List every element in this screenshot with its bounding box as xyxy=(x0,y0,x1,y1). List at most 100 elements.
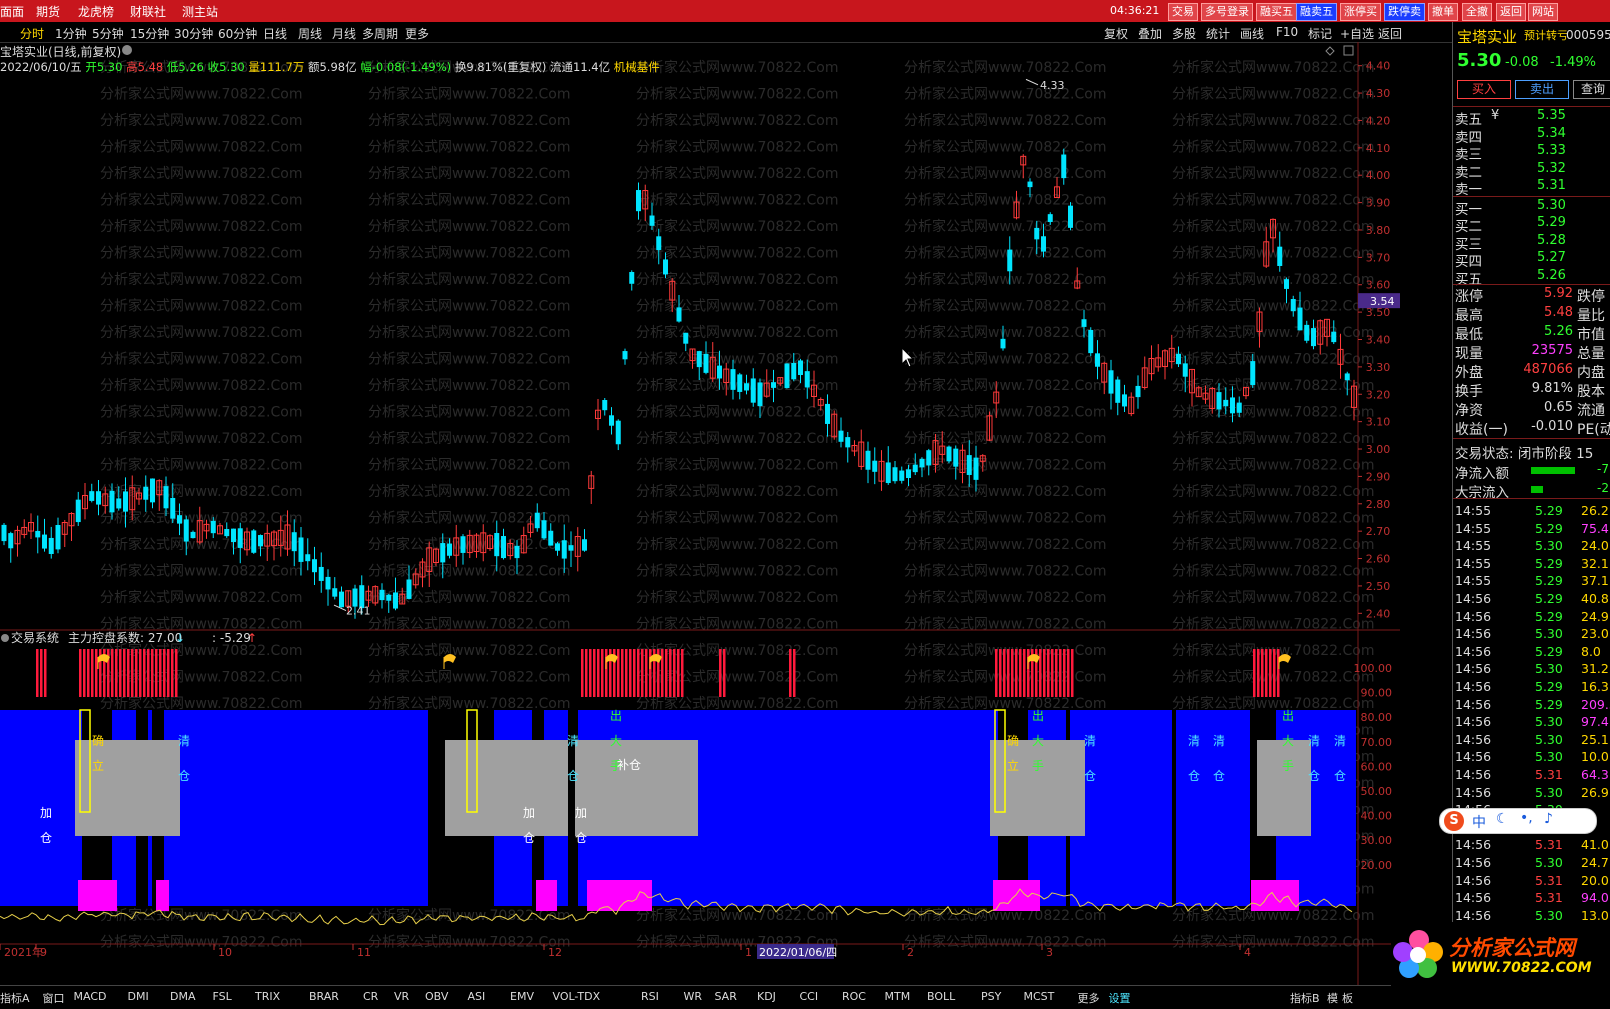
top-button-5[interactable]: 跌停卖 xyxy=(1384,3,1425,21)
watermark-text: 分析家公式网www.70822.Com xyxy=(368,324,570,341)
sell-button[interactable]: 卖出 xyxy=(1515,80,1569,99)
mic-icon[interactable]: ♪ xyxy=(1544,811,1553,827)
window-icon[interactable] xyxy=(1343,45,1354,56)
signal-stripe xyxy=(1071,649,1074,697)
indicator-tab-17[interactable]: KDJ xyxy=(757,990,776,1003)
top-button-2[interactable]: 融买五 xyxy=(1256,3,1297,21)
period-tab-5[interactable]: 60分钟 xyxy=(218,25,257,42)
indicator-tab-24[interactable]: 更多 xyxy=(1078,990,1100,1006)
panel-divider xyxy=(1453,498,1610,499)
tick-price: 5.31 xyxy=(1535,767,1563,782)
indicator-tab-6[interactable]: TRIX xyxy=(255,990,280,1003)
chart-tool-3[interactable]: 统计 xyxy=(1206,25,1230,42)
indicator-tab-20[interactable]: MTM xyxy=(885,990,911,1003)
indicator-settings-icon[interactable] xyxy=(1,634,9,642)
period-tab-3[interactable]: 15分钟 xyxy=(130,25,169,42)
indicator-param-arrow: ↓ xyxy=(175,631,185,645)
top-button-1[interactable]: 多号登录 xyxy=(1201,3,1253,21)
indicator-right-0[interactable]: 指标B xyxy=(1290,990,1320,1006)
indicator-tab-10[interactable]: OBV xyxy=(425,990,448,1003)
chart-tool-7[interactable]: +自选 xyxy=(1340,25,1374,42)
indicator-tab-21[interactable]: BOLL xyxy=(927,990,955,1003)
indicator-tab-4[interactable]: DMA xyxy=(170,990,196,1003)
period-tab-7[interactable]: 周线 xyxy=(298,25,322,42)
indicator-tab-19[interactable]: ROC xyxy=(842,990,866,1003)
float-cap: 流通11.4亿 xyxy=(550,60,611,74)
clock: 04:36:21 xyxy=(1110,4,1160,17)
indicator-right-1[interactable]: 模 xyxy=(1327,990,1338,1006)
tick-volume: 64.3 xyxy=(1581,767,1609,782)
signal-stripe xyxy=(617,649,620,697)
indicator-tab-0[interactable]: 指标A xyxy=(0,990,30,1006)
top-button-8[interactable]: 返回 xyxy=(1496,3,1526,21)
period-tab-2[interactable]: 5分钟 xyxy=(92,25,124,42)
watermark-text: 分析家公式网www.70822.Com xyxy=(100,218,302,235)
chart-tool-6[interactable]: 标记 xyxy=(1308,25,1332,42)
indicator-tab-3[interactable]: DMI xyxy=(128,990,149,1003)
open-value: 5.30 xyxy=(96,60,123,74)
chart-tool-1[interactable]: 叠加 xyxy=(1138,25,1162,42)
signal-stripe xyxy=(681,649,684,697)
chart-tool-4[interactable]: 画线 xyxy=(1240,25,1264,42)
punct-icon[interactable]: •, xyxy=(1520,810,1533,826)
indicator-tab-18[interactable]: CCI xyxy=(800,990,819,1003)
indicator-axis-label: 100.00 xyxy=(1354,662,1393,675)
tick-volume: 13.0 xyxy=(1581,907,1609,923)
signal-stripe xyxy=(723,649,726,697)
indicator-tab-1[interactable]: 窗口 xyxy=(43,990,65,1006)
ime-toolbar[interactable]: S 中 ☾ •, ♪ xyxy=(1439,808,1597,834)
watermark-text: 分析家公式网www.70822.Com xyxy=(904,430,1106,447)
top-button-9[interactable]: 网站 xyxy=(1528,3,1558,21)
indicator-tab-8[interactable]: CR xyxy=(363,990,378,1003)
moon-icon[interactable]: ☾ xyxy=(1496,811,1509,827)
buy-button[interactable]: 买入 xyxy=(1457,80,1511,99)
indicator-tab-15[interactable]: WR xyxy=(684,990,703,1003)
indicator-label: 手 xyxy=(1282,759,1294,773)
diamond-icon[interactable] xyxy=(1325,46,1335,56)
menu-item-main-site[interactable]: 测主站 xyxy=(182,3,218,20)
indicator-tab-22[interactable]: PSY xyxy=(981,990,1001,1003)
candle-body-down xyxy=(1034,227,1040,240)
ime-lang[interactable]: 中 xyxy=(1472,812,1486,832)
stat-right-label: 市值 xyxy=(1577,327,1605,343)
top-button-4[interactable]: 涨停买 xyxy=(1340,3,1381,21)
indicator-right-2[interactable]: 板 xyxy=(1342,990,1353,1006)
settings-icon[interactable] xyxy=(122,45,132,55)
period-tab-4[interactable]: 30分钟 xyxy=(174,25,213,42)
watermark-text: 分析家公式网www.70822.Com xyxy=(368,510,570,527)
period-tab-6[interactable]: 日线 xyxy=(263,25,287,42)
top-button-0[interactable]: 交易 xyxy=(1168,3,1198,21)
menu-item[interactable]: 面面 xyxy=(0,3,24,20)
menu-item-dragon-tiger[interactable]: 龙虎榜 xyxy=(78,3,114,20)
top-button-6[interactable]: 撤单 xyxy=(1428,3,1458,21)
top-button-3[interactable]: 融卖五 xyxy=(1296,3,1337,21)
watermark-text: 分析家公式网www.70822.Com xyxy=(1172,589,1374,606)
indicator-tab-13[interactable]: VOL-TDX xyxy=(553,990,601,1003)
signal-stripe xyxy=(1015,649,1018,697)
indicator-tab-9[interactable]: VR xyxy=(394,990,409,1003)
indicator-tab-2[interactable]: MACD xyxy=(74,990,107,1003)
indicator-tab-23[interactable]: MCST xyxy=(1024,990,1055,1003)
chart-tool-8[interactable]: 返回 xyxy=(1378,25,1402,42)
indicator-tab-7[interactable]: BRAR xyxy=(309,990,339,1003)
query-button[interactable]: 查询 xyxy=(1573,80,1610,99)
period-tab-8[interactable]: 月线 xyxy=(332,25,356,42)
indicator-tab-16[interactable]: SAR xyxy=(715,990,737,1003)
menu-item-cls[interactable]: 财联社 xyxy=(130,3,166,20)
kline-chart[interactable]: 分析家公式网www.70822.Com 分析家公式网www.70822.Com 分析… xyxy=(0,42,1400,985)
chart-tool-2[interactable]: 多股 xyxy=(1172,25,1196,42)
period-tab-10[interactable]: 更多 xyxy=(405,25,429,42)
period-tab-9[interactable]: 多周期 xyxy=(362,25,398,42)
menu-item-futures[interactable]: 期货 xyxy=(36,3,60,20)
indicator-tab-14[interactable]: RSI xyxy=(641,990,659,1003)
top-button-7[interactable]: 全撤 xyxy=(1462,3,1492,21)
period-tab-1[interactable]: 1分钟 xyxy=(55,25,87,42)
indicator-tab-12[interactable]: EMV xyxy=(510,990,534,1003)
watermark-text: 分析家公式网www.70822.Com xyxy=(100,563,302,580)
indicator-tab-5[interactable]: FSL xyxy=(213,990,232,1003)
indicator-tab-11[interactable]: ASI xyxy=(468,990,486,1003)
indicator-tab-25[interactable]: 设置 xyxy=(1109,990,1131,1006)
chart-tool-0[interactable]: 复权 xyxy=(1104,25,1128,42)
chart-tool-5[interactable]: F10 xyxy=(1276,25,1298,39)
period-tab-0[interactable]: 分时 xyxy=(20,25,44,42)
